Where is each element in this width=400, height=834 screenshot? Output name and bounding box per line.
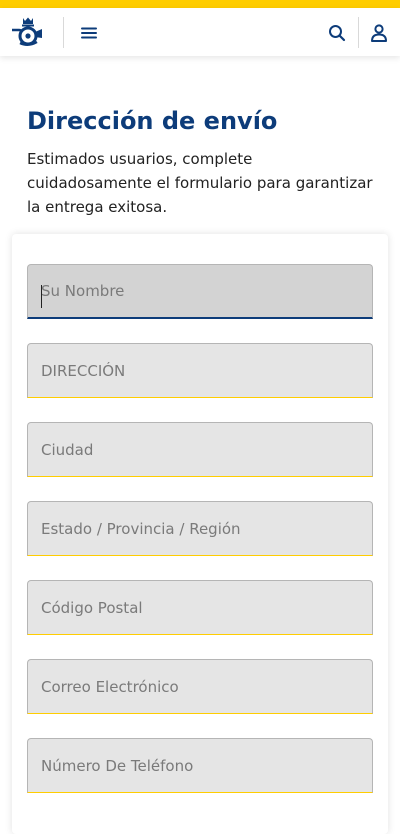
hamburger-menu-icon[interactable] <box>78 24 102 42</box>
page-title: Dirección de envío <box>27 107 278 135</box>
address-field[interactable] <box>27 343 373 398</box>
intro-text: Estimados usuarios, complete cuidadosame… <box>27 150 373 216</box>
top-brand-stripe <box>0 0 400 8</box>
postal-code-field[interactable] <box>27 580 373 635</box>
search-icon[interactable] <box>326 22 348 44</box>
header-divider <box>358 17 359 48</box>
top-header <box>0 8 400 56</box>
user-account-icon[interactable] <box>368 22 390 44</box>
phone-number-field[interactable] <box>27 738 373 793</box>
city-field[interactable] <box>27 422 373 477</box>
email-field[interactable] <box>27 659 373 714</box>
state-province-region-field[interactable] <box>27 501 373 556</box>
header-divider <box>63 17 64 48</box>
text-caret <box>41 285 42 308</box>
posthorn-crown-logo-icon[interactable] <box>11 16 45 48</box>
name-field[interactable] <box>27 264 373 319</box>
